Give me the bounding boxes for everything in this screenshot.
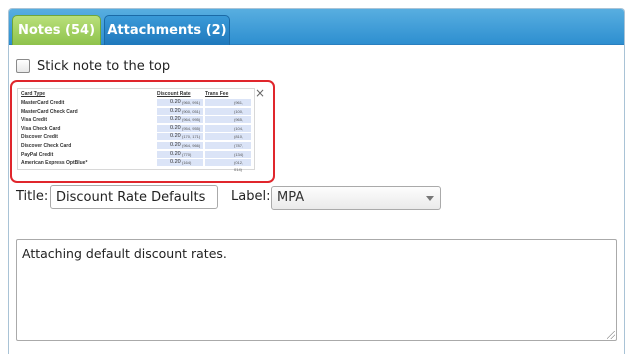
tab-bar: Notes (54) Attachments (2) [9, 9, 624, 45]
preview-fee-cell: (012, 014) [205, 159, 251, 172]
preview-rate-cell: 0.20 (960, 991) [157, 99, 203, 106]
preview-row: PayPal Credit 0.20 (770) (134) [21, 150, 251, 159]
preview-rate-code: (900, 051) [182, 108, 201, 114]
label-select-value: MPA [277, 190, 305, 205]
preview-fee-cell: (104, 135) [205, 124, 251, 138]
note-text: Attaching default discount rates. [22, 246, 227, 261]
preview-rate-cell: 0.20 (954, 955) [157, 124, 203, 132]
header-trans-fee: Trans Fee [205, 91, 229, 97]
preview-rate-value: 0.20 [170, 133, 181, 140]
preview-card-name: PayPal Credit [21, 151, 54, 158]
preview-fee-code: (134) [234, 151, 244, 157]
preview-rate-cell: 0.20 (964, 995) [157, 116, 203, 124]
preview-rate-value: 0.20 [170, 142, 181, 148]
preview-row: Visa Credit0.20(964, 995)(965, 996) [21, 116, 251, 129]
preview-card-name: MasterCard Credit [21, 100, 65, 106]
preview-rate-value: 0.20 [170, 124, 181, 131]
preview-rate-value: 0.20 [170, 107, 181, 114]
preview-card-name: Discover Check Card [21, 143, 72, 149]
title-input[interactable] [50, 185, 218, 209]
preview-rate-value: 0.20 [170, 116, 181, 123]
header-discount-rate: Discount Rate [157, 91, 191, 97]
preview-row: Discover Credit0.20(170, 171)(810, 518) [21, 133, 251, 146]
stick-note-row[interactable]: Stick note to the top [16, 57, 170, 75]
preview-rate-code: (164) [182, 160, 192, 166]
preview-rate-code: (964, 966) [182, 143, 201, 148]
preview-rate-code: (960, 991) [182, 100, 201, 105]
note-textarea[interactable]: Attaching default discount rates. [16, 239, 617, 341]
tab-notes[interactable]: Notes (54) [12, 15, 101, 45]
stick-note-label: Stick note to the top [37, 58, 171, 74]
preview-row: American Express OptBlue* 0.20 (164) (012, … [21, 159, 251, 172]
preview-row: Discover Check Card0.20(964, 966)(787, 7… [21, 142, 251, 155]
preview-fee-cell: (787, 788) [205, 142, 251, 155]
preview-rate-code: (954, 955) [182, 125, 201, 131]
preview-rate-code: (170, 171) [182, 134, 201, 140]
preview-card-name: Visa Credit [21, 117, 48, 124]
tab-attachments[interactable]: Attachments (2) [104, 15, 230, 45]
preview-rate-cell: 0.20 (164) [157, 159, 203, 167]
preview-card-name: Discover Credit [21, 134, 58, 141]
preview-fee-cell: (100, 131) [205, 107, 251, 121]
preview-card-name: MasterCard Check Card [21, 108, 78, 115]
preview-rate-value: 0.20 [170, 150, 181, 157]
preview-rate-value: 0.20 [170, 159, 181, 166]
resize-handle-icon[interactable] [607, 331, 615, 339]
preview-fee-code: (012, 014) [234, 160, 244, 173]
header-card-type: Card Type [21, 91, 46, 97]
notes-panel: Notes (54) Attachments (2) Stick note to… [8, 8, 625, 354]
preview-rate-cell: 0.20 (770) [157, 150, 203, 158]
label-label: Label: [231, 189, 271, 204]
preview-fee-cell: (134) [205, 150, 251, 158]
remove-attachment-icon[interactable]: × [255, 87, 265, 99]
preview-card-name: American Express OptBlue* [21, 160, 88, 167]
stick-note-checkbox[interactable] [16, 59, 30, 73]
attachment-preview-highlight: Card Type Discount Rate Trans Fee Master… [10, 80, 275, 183]
preview-fee-cell: (965, 996) [205, 116, 251, 129]
preview-rate-code: (770) [182, 151, 192, 157]
preview-card-name: Visa Check Card [21, 125, 61, 132]
preview-fee-cell: (810, 518) [205, 133, 251, 146]
preview-row: MasterCard Check Card 0.20 (900, 051) (100,… [21, 107, 251, 121]
preview-row: Visa Check Card0.20(954, 955)(104, 135) [21, 124, 251, 138]
preview-rate-value: 0.20 [170, 99, 181, 105]
preview-rate-code: (964, 995) [182, 117, 201, 123]
preview-row: MasterCard Credit0.20(960, 991)(961, 992… [21, 99, 251, 112]
preview-rate-cell: 0.20 (900, 051) [157, 107, 203, 115]
preview-rate-cell: 0.20 (170, 171) [157, 133, 203, 141]
preview-fee-cell: (961, 992) [205, 99, 251, 112]
label-select[interactable]: MPA [271, 186, 441, 210]
attachment-thumbnail[interactable]: Card Type Discount Rate Trans Fee Master… [17, 88, 255, 172]
preview-rate-cell: 0.20 (964, 966) [157, 142, 203, 149]
title-label: Title: [16, 189, 49, 204]
chevron-down-icon [426, 196, 434, 201]
